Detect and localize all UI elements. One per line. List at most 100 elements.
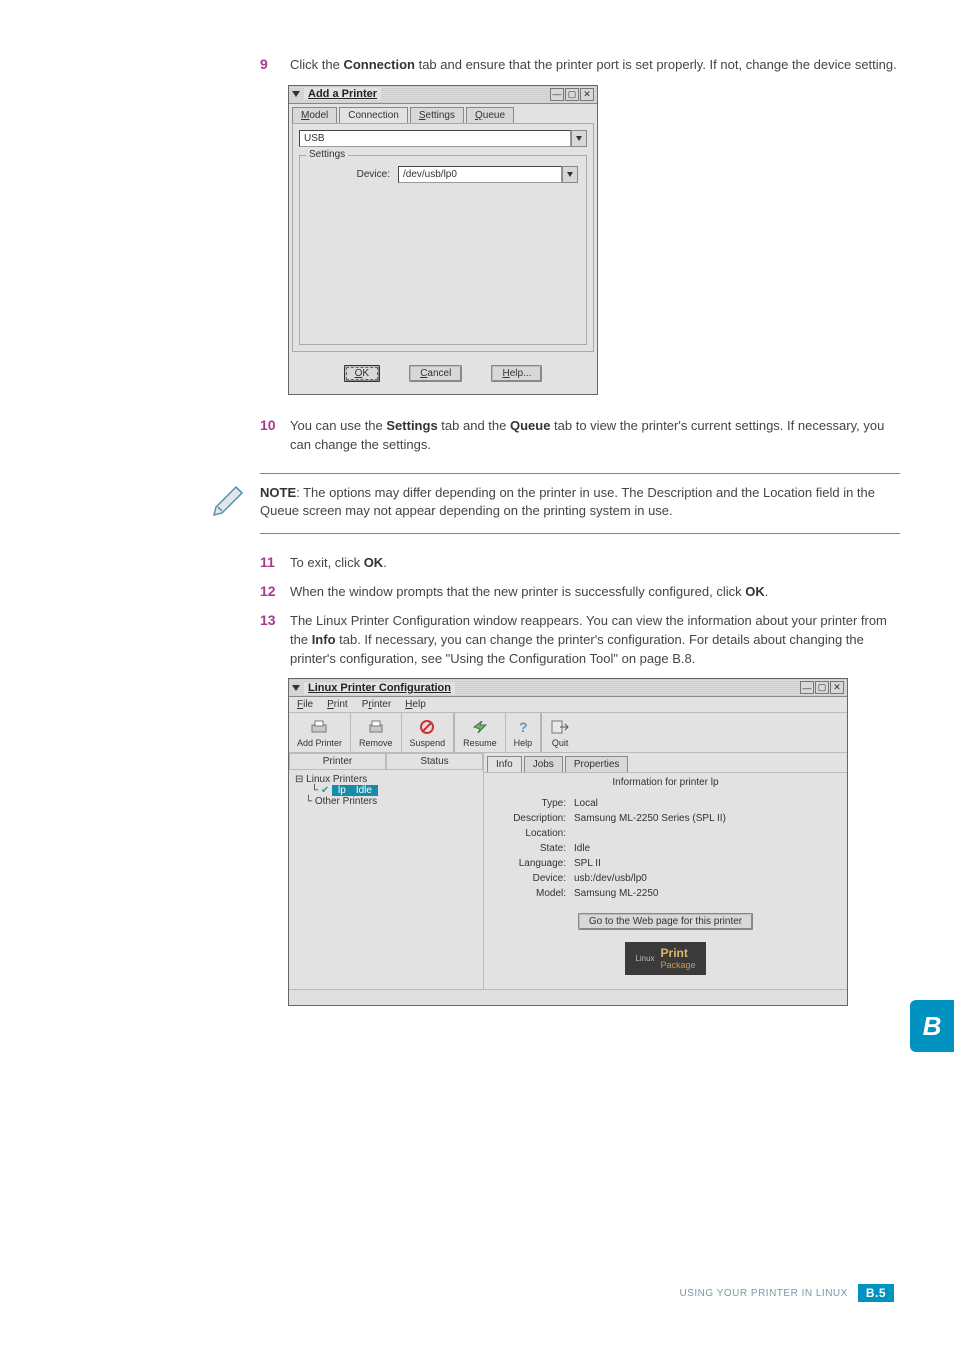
step-9: 9 Click the Connection tab and ensure th… bbox=[260, 56, 900, 75]
device-select[interactable]: /dev/usb/lp0 bbox=[398, 166, 578, 183]
logo-row: Linux PrintPackage bbox=[484, 936, 847, 989]
t: K bbox=[362, 368, 369, 379]
tree-item-lp[interactable]: └ ✔ lp Idle bbox=[311, 785, 477, 796]
step-number: 13 bbox=[260, 612, 290, 669]
tab-connection[interactable]: Connection bbox=[339, 107, 408, 123]
tab-properties[interactable]: Properties bbox=[565, 756, 629, 772]
logo-sub: Package bbox=[661, 960, 696, 970]
ok-button[interactable]: OK bbox=[344, 365, 380, 382]
suspend-button[interactable]: Suspend bbox=[402, 713, 456, 752]
text: tab and ensure that the printer port is … bbox=[415, 57, 897, 72]
t: . bbox=[765, 584, 769, 599]
help-button[interactable]: Help... bbox=[491, 365, 542, 382]
tree-root[interactable]: ⊟ Linux Printers bbox=[295, 774, 477, 785]
quit-button[interactable]: Quit bbox=[542, 713, 578, 752]
right-panel: Info Jobs Properties Information for pri… bbox=[484, 753, 847, 989]
left-panel: Printer Status ⊟ Linux Printers └ ✔ lp I… bbox=[289, 753, 484, 989]
toolbar: Add Printer Remove Suspend Resume ? Help… bbox=[289, 713, 847, 753]
window-menu-icon[interactable] bbox=[292, 685, 300, 691]
maximize-button[interactable]: ▢ bbox=[565, 88, 579, 101]
remove-button[interactable]: Remove bbox=[351, 713, 402, 752]
val-model: Samsung ML-2250 bbox=[574, 888, 659, 899]
step-number: 10 bbox=[260, 417, 290, 455]
lbl: Quit bbox=[550, 738, 570, 748]
lpc-dialog: Linux Printer Configuration — ▢ ✕ File P… bbox=[288, 678, 848, 1006]
u: S bbox=[419, 110, 426, 121]
minimize-button[interactable]: — bbox=[800, 681, 814, 694]
resume-button[interactable]: Resume bbox=[455, 713, 506, 752]
step-number: 12 bbox=[260, 583, 290, 602]
printer-name: lp bbox=[338, 785, 346, 796]
svg-text:?: ? bbox=[519, 719, 528, 735]
t: Other Printers bbox=[315, 796, 377, 807]
b: Info bbox=[312, 632, 336, 647]
menu-printer[interactable]: Printer bbox=[362, 699, 391, 710]
lbl: Help bbox=[514, 738, 533, 748]
settings-fieldset: Settings Device: /dev/usb/lp0 bbox=[299, 155, 587, 345]
step-text: The Linux Printer Configuration window r… bbox=[290, 612, 900, 669]
txt: ettings bbox=[426, 110, 455, 121]
tab-model[interactable]: Model bbox=[292, 107, 337, 123]
tree-selected: lp Idle bbox=[332, 785, 378, 796]
lbl-state: State: bbox=[494, 843, 574, 854]
tab-queue[interactable]: Queue bbox=[466, 107, 514, 123]
device-label: Device: bbox=[308, 169, 398, 180]
tab-settings[interactable]: Settings bbox=[410, 107, 464, 123]
menu-help[interactable]: Help bbox=[405, 699, 426, 710]
logo-small: Linux bbox=[635, 954, 654, 963]
note-block: NOTE: The options may differ depending o… bbox=[204, 473, 900, 535]
tab-jobs[interactable]: Jobs bbox=[524, 756, 563, 772]
t: : The options may differ depending on th… bbox=[260, 485, 875, 519]
maximize-button[interactable]: ▢ bbox=[815, 681, 829, 694]
add-printer-button[interactable]: Add Printer bbox=[289, 713, 351, 752]
add-printer-dialog: Add a Printer — ▢ ✕ Model Connection Set… bbox=[288, 85, 598, 395]
chevron-down-icon[interactable] bbox=[571, 130, 587, 147]
close-button[interactable]: ✕ bbox=[830, 681, 844, 694]
window-menu-icon[interactable] bbox=[292, 91, 300, 97]
step-13: 13 The Linux Printer Configuration windo… bbox=[260, 612, 900, 669]
connection-type-value: USB bbox=[299, 130, 571, 147]
quit-icon bbox=[550, 717, 570, 737]
lpc-body: Printer Status ⊟ Linux Printers └ ✔ lp I… bbox=[289, 753, 847, 989]
t: You can use the bbox=[290, 418, 386, 433]
tab-info[interactable]: Info bbox=[487, 756, 522, 772]
printer-remove-icon bbox=[359, 717, 393, 737]
titlebar: Add a Printer — ▢ ✕ bbox=[289, 86, 597, 104]
lbl-type: Type: bbox=[494, 798, 574, 809]
connection-type-select[interactable]: USB bbox=[299, 130, 587, 147]
resume-icon bbox=[463, 717, 497, 737]
chevron-down-icon[interactable] bbox=[562, 166, 578, 183]
b: Queue bbox=[510, 418, 550, 433]
tree-other[interactable]: └ Other Printers bbox=[295, 796, 477, 807]
text: Click the bbox=[290, 57, 343, 72]
web-page-button[interactable]: Go to the Web page for this printer bbox=[578, 913, 753, 930]
minimize-button[interactable]: — bbox=[550, 88, 564, 101]
menu-file[interactable]: File bbox=[297, 699, 313, 710]
left-tab-status[interactable]: Status bbox=[386, 753, 483, 770]
fieldset-legend: Settings bbox=[306, 149, 348, 160]
device-value: /dev/usb/lp0 bbox=[398, 166, 562, 183]
page-number: B.5 bbox=[858, 1284, 894, 1302]
t: Linux Printers bbox=[306, 774, 367, 785]
lbl-model: Model: bbox=[494, 888, 574, 899]
left-tab-printer[interactable]: Printer bbox=[289, 753, 386, 770]
u: Q bbox=[475, 110, 483, 121]
info-header: Information for printer lp bbox=[484, 773, 847, 792]
toolbar-help-button[interactable]: ? Help bbox=[506, 713, 543, 752]
lbl: Add Printer bbox=[297, 738, 342, 748]
t: When the window prompts that the new pri… bbox=[290, 584, 745, 599]
val-desc: Samsung ML-2250 Series (SPL II) bbox=[574, 813, 726, 824]
menu-print[interactable]: Print bbox=[327, 699, 348, 710]
dialog-button-bar: OK Cancel Help... bbox=[289, 355, 597, 394]
step-text: To exit, click OK. bbox=[290, 554, 900, 573]
window-title: Add a Printer bbox=[304, 88, 381, 100]
close-button[interactable]: ✕ bbox=[580, 88, 594, 101]
help-icon: ? bbox=[514, 717, 533, 737]
linux-print-package-logo: Linux PrintPackage bbox=[625, 942, 705, 975]
note-label: NOTE bbox=[260, 485, 296, 500]
bold: Connection bbox=[343, 57, 415, 72]
cancel-button[interactable]: Cancel bbox=[409, 365, 462, 382]
tab-strip: Model Connection Settings Queue bbox=[289, 104, 597, 123]
page-footer: Using Your Printer in Linux B.5 bbox=[679, 1284, 894, 1302]
printer-status: Idle bbox=[356, 785, 372, 796]
